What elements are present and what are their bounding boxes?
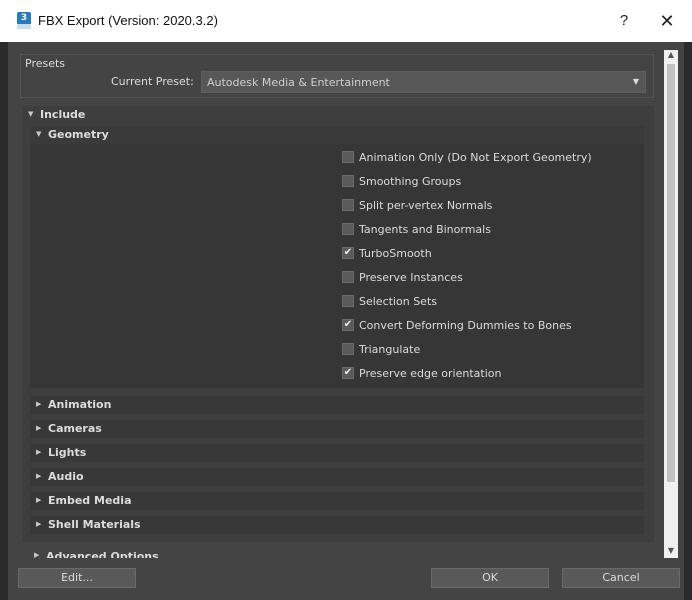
options-scroll-area: Presets Current Preset: Autodesk Media &… xyxy=(20,50,660,558)
chevron-down-icon: ▼ xyxy=(632,77,639,86)
section-label: Shell Materials xyxy=(48,518,141,531)
current-preset-dropdown[interactable]: Autodesk Media & Entertainment ▼ xyxy=(201,71,646,93)
animation-rollout[interactable]: ▶ Animation xyxy=(30,396,644,414)
option-label: Triangulate xyxy=(359,343,421,356)
window-frame-left xyxy=(0,42,8,600)
include-label: Include xyxy=(40,108,86,121)
include-rollout: ▼ Include ▼ Geometry Animation Only (Do … xyxy=(22,106,654,542)
option-label: Preserve Instances xyxy=(359,271,463,284)
checkbox[interactable] xyxy=(342,343,354,355)
audio-rollout[interactable]: ▶ Audio xyxy=(30,468,644,486)
collapsed-arrow-icon: ▶ xyxy=(36,448,42,456)
shell-materials-rollout[interactable]: ▶ Shell Materials xyxy=(30,516,644,534)
section-label: Audio xyxy=(48,470,84,483)
collapsed-arrow-icon: ▶ xyxy=(36,424,42,432)
current-preset-value: Autodesk Media & Entertainment xyxy=(207,76,390,89)
ok-button[interactable]: OK xyxy=(431,568,549,588)
advanced-options-rollout[interactable]: ▶ Advanced Options xyxy=(22,548,654,558)
geometry-options-panel: Animation Only (Do Not Export Geometry) … xyxy=(30,144,644,388)
collapsed-arrow-icon: ▶ xyxy=(36,400,42,408)
section-label: Cameras xyxy=(48,422,102,435)
option-label: TurboSmooth xyxy=(359,247,432,260)
3ds-max-app-icon: 3 xyxy=(17,12,31,29)
option-label: Animation Only (Do Not Export Geometry) xyxy=(359,151,592,164)
option-label: Selection Sets xyxy=(359,295,437,308)
app-icon-strip xyxy=(17,24,31,29)
vertical-scrollbar[interactable]: ▲ ▼ xyxy=(664,50,678,558)
option-label: Split per-vertex Normals xyxy=(359,199,493,212)
window-title: FBX Export (Version: 2020.3.2) xyxy=(38,13,218,28)
lights-rollout[interactable]: ▶ Lights xyxy=(30,444,644,462)
expanded-arrow-icon: ▼ xyxy=(36,130,42,138)
expanded-arrow-icon: ▼ xyxy=(28,110,34,118)
checkbox[interactable] xyxy=(342,175,354,187)
title-bar: 3 FBX Export (Version: 2020.3.2) ? ✕ xyxy=(0,0,692,42)
collapsed-arrow-icon: ▶ xyxy=(36,520,42,528)
advanced-options-label: Advanced Options xyxy=(46,550,159,558)
checkbox[interactable] xyxy=(342,271,354,283)
geometry-rollout: ▼ Geometry Animation Only (Do Not Export… xyxy=(30,126,644,388)
close-button[interactable]: ✕ xyxy=(652,9,682,33)
current-preset-label: Current Preset: xyxy=(111,75,194,88)
geometry-label: Geometry xyxy=(48,128,109,141)
presets-label: Presets xyxy=(25,57,66,70)
cameras-rollout[interactable]: ▶ Cameras xyxy=(30,420,644,438)
collapsed-arrow-icon: ▶ xyxy=(36,496,42,504)
app-icon-text: 3 xyxy=(20,13,28,23)
geometry-header[interactable]: ▼ Geometry xyxy=(30,126,644,144)
help-button[interactable]: ? xyxy=(612,9,636,33)
scroll-down-icon[interactable]: ▼ xyxy=(664,546,678,558)
option-label: Convert Deforming Dummies to Bones xyxy=(359,319,572,332)
presets-group: Presets Current Preset: Autodesk Media &… xyxy=(20,54,654,98)
option-label: Smoothing Groups xyxy=(359,175,462,188)
collapsed-arrow-icon: ▶ xyxy=(36,472,42,480)
checkbox[interactable]: ✔ xyxy=(342,319,354,331)
checkbox[interactable] xyxy=(342,295,354,307)
section-label: Lights xyxy=(48,446,87,459)
scrollbar-thumb[interactable] xyxy=(667,64,675,482)
window-frame-right xyxy=(684,42,692,600)
checkbox[interactable]: ✔ xyxy=(342,367,354,379)
cancel-button[interactable]: Cancel xyxy=(562,568,680,588)
checkbox[interactable]: ✔ xyxy=(342,247,354,259)
edit-button[interactable]: Edit... xyxy=(18,568,136,588)
option-label: Preserve edge orientation xyxy=(359,367,502,380)
scroll-up-icon[interactable]: ▲ xyxy=(664,50,678,62)
embed-media-rollout[interactable]: ▶ Embed Media xyxy=(30,492,644,510)
checkbox[interactable] xyxy=(342,151,354,163)
checkbox[interactable] xyxy=(342,199,354,211)
checkbox[interactable] xyxy=(342,223,354,235)
section-label: Embed Media xyxy=(48,494,132,507)
collapsed-arrow-icon: ▶ xyxy=(34,551,40,558)
option-label: Tangents and Binormals xyxy=(359,223,491,236)
include-header[interactable]: ▼ Include xyxy=(22,106,654,124)
section-label: Animation xyxy=(48,398,112,411)
